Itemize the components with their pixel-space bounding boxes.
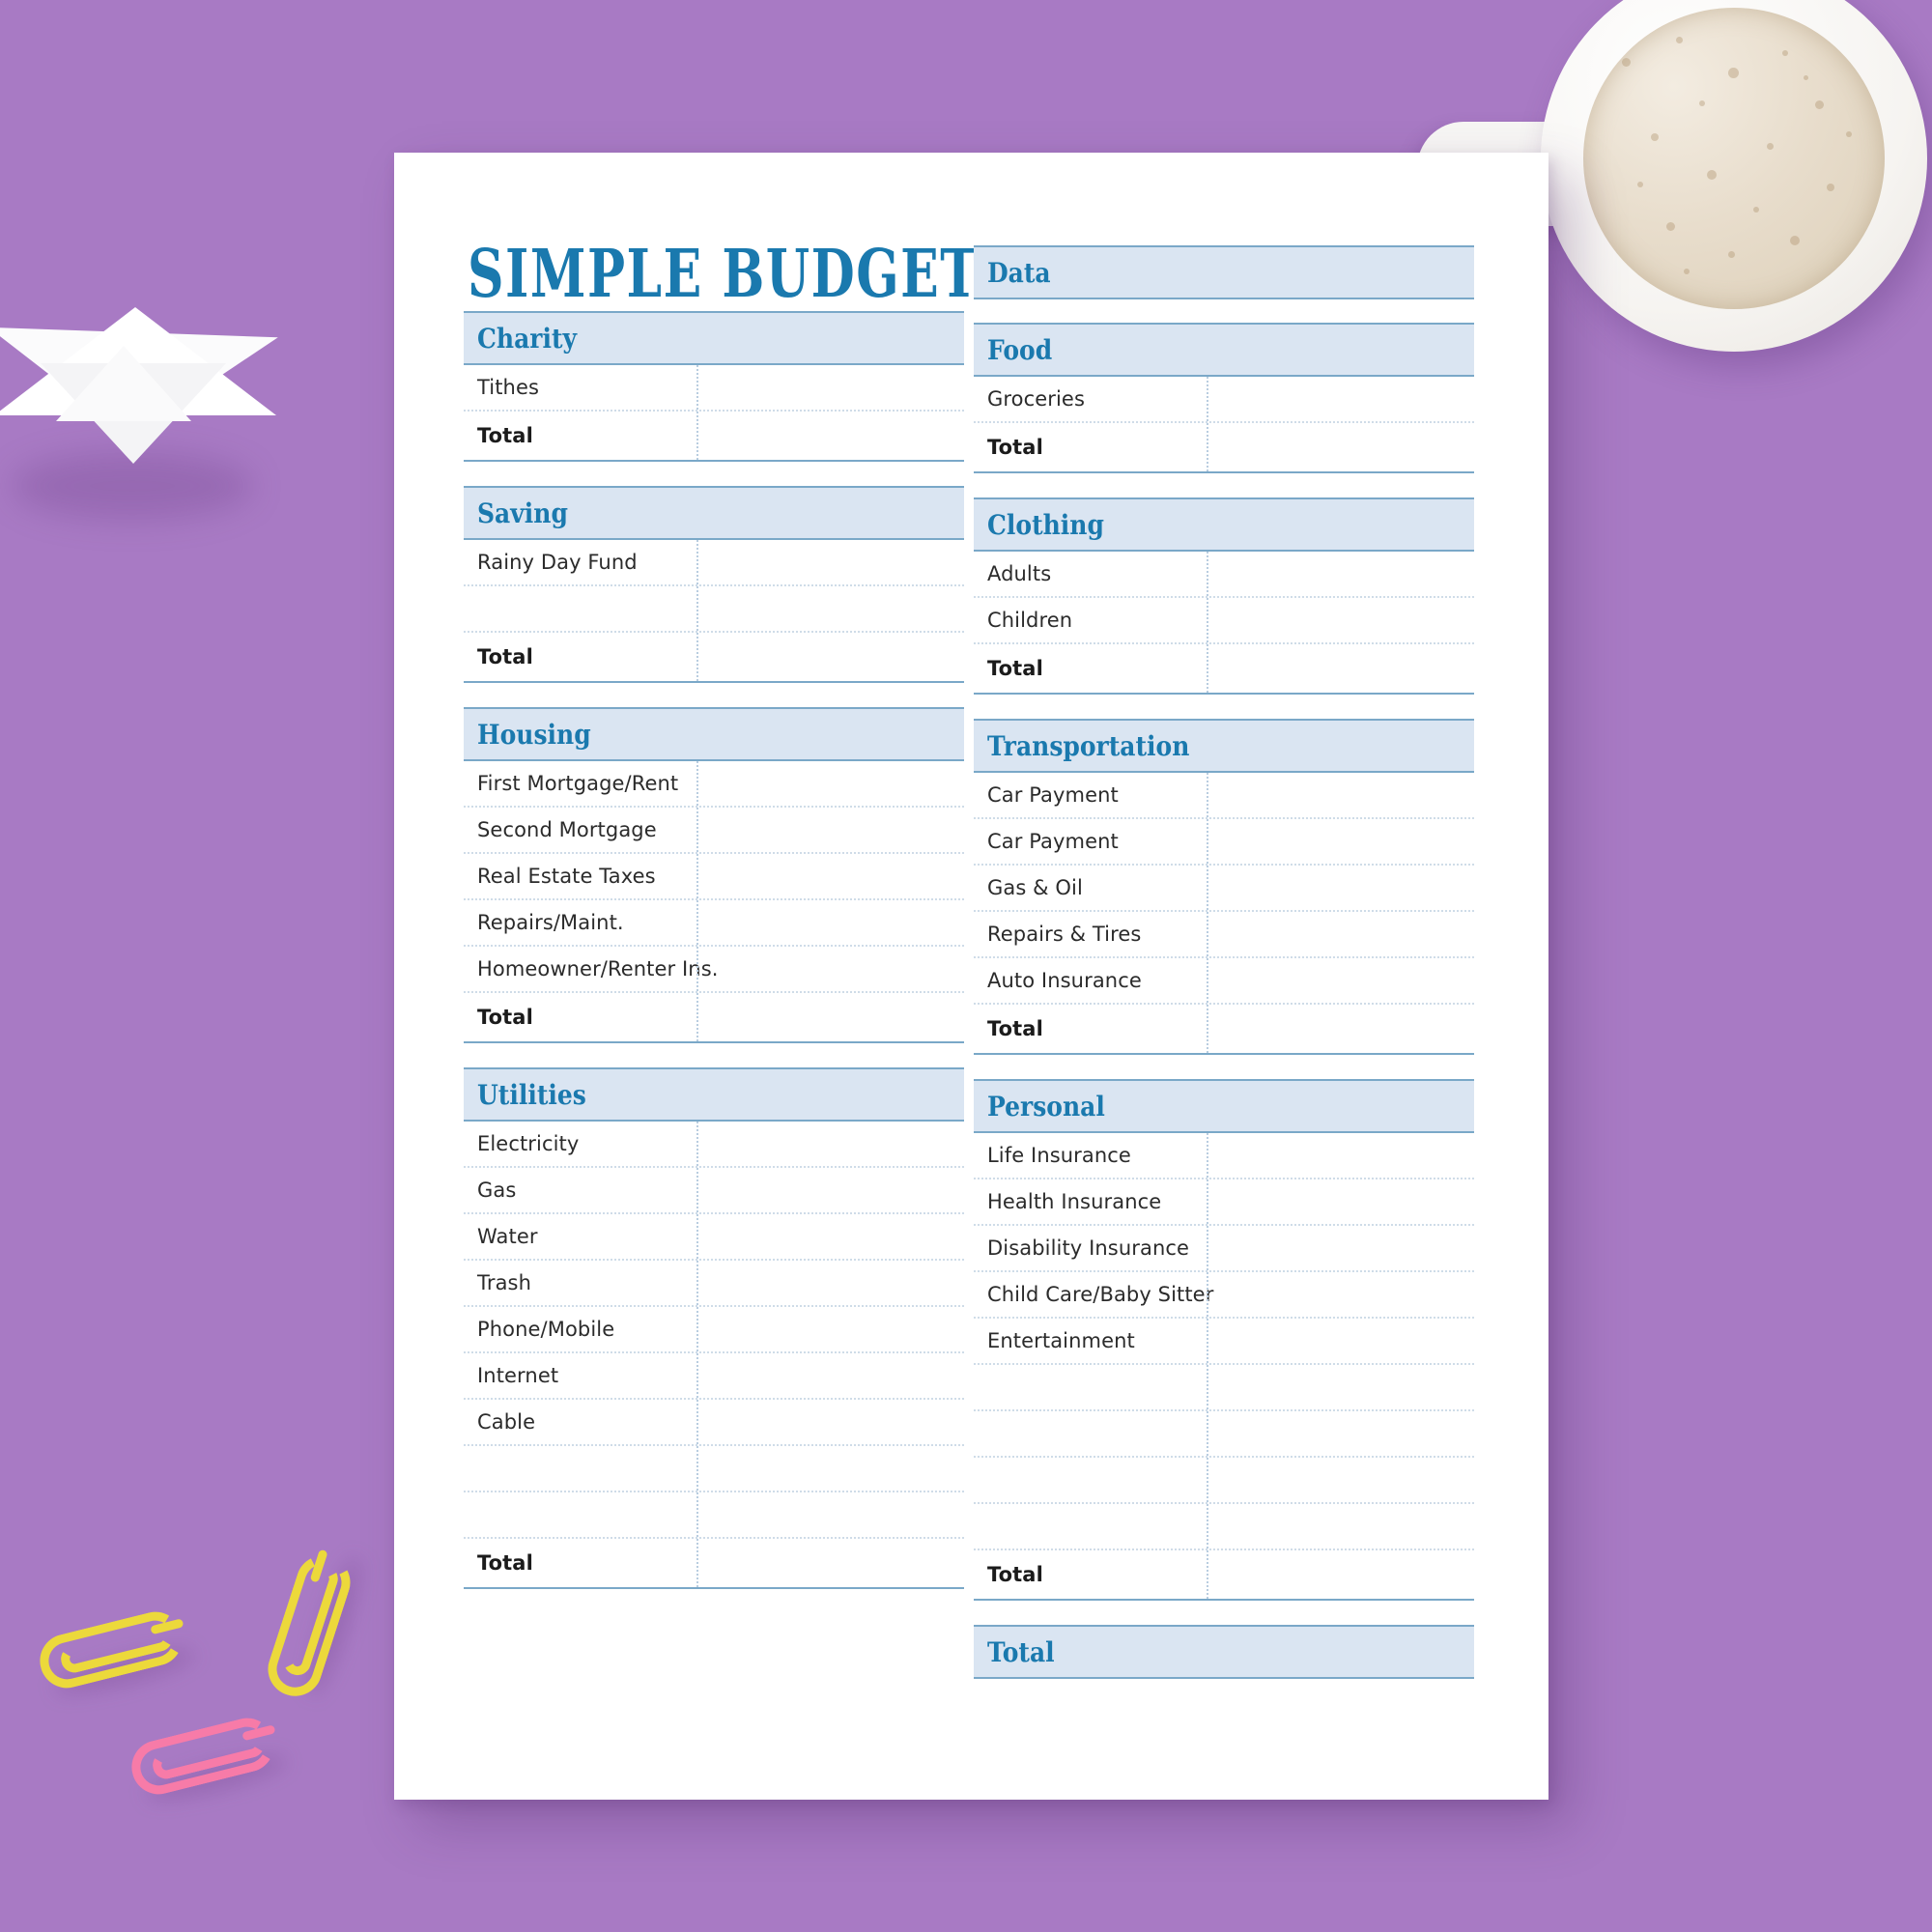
section-rule: [974, 693, 1474, 696]
section-header-personal: Personal: [974, 1079, 1474, 1133]
budget-row[interactable]: Life Insurance: [974, 1133, 1474, 1179]
budget-row[interactable]: Repairs/Maint.: [464, 900, 964, 947]
budget-row[interactable]: Electricity: [464, 1122, 964, 1168]
section-header-clothing: Clothing: [974, 497, 1474, 552]
budget-row[interactable]: Repairs & Tires: [974, 912, 1474, 958]
section-total-row[interactable]: Total: [464, 1539, 964, 1587]
budget-row[interactable]: Real Estate Taxes: [464, 854, 964, 900]
section-rule: [464, 460, 964, 463]
section-header-saving: Saving: [464, 486, 964, 540]
budget-row[interactable]: Gas: [464, 1168, 964, 1214]
budget-row[interactable]: Trash: [464, 1261, 964, 1307]
section-rule: [974, 1053, 1474, 1056]
budget-row-blank[interactable]: [974, 1458, 1474, 1504]
data-label: Data: [987, 256, 1051, 289]
section-body-transportation: Car Payment Car Payment Gas & Oil Repair…: [974, 773, 1474, 1053]
section-total-row[interactable]: Total: [974, 1550, 1474, 1599]
budget-row-blank[interactable]: [974, 1365, 1474, 1411]
section-rule: [464, 681, 964, 684]
budget-row-blank[interactable]: [464, 1492, 964, 1539]
budget-row-blank[interactable]: [974, 1504, 1474, 1550]
section-utilities: Utilities Electricity Gas Water Trash Ph…: [464, 1067, 964, 1590]
section-personal: Personal Life Insurance Health Insurance…: [974, 1079, 1474, 1602]
section-title-personal: Personal: [987, 1090, 1105, 1122]
budget-row[interactable]: Water: [464, 1214, 964, 1261]
section-transportation: Transportation Car Payment Car Payment G…: [974, 719, 1474, 1056]
section-body-food: Groceries Total: [974, 377, 1474, 471]
section-title-food: Food: [987, 333, 1053, 366]
section-rule: [464, 1041, 964, 1044]
budget-row[interactable]: Health Insurance: [974, 1179, 1474, 1226]
budget-row[interactable]: First Mortgage/Rent: [464, 761, 964, 808]
boat-fold-d: [56, 346, 191, 421]
section-saving: Saving Rainy Day Fund Total: [464, 486, 964, 684]
budget-row[interactable]: Adults: [974, 552, 1474, 598]
mug-body: [1541, 0, 1927, 352]
budget-row-blank[interactable]: [464, 586, 964, 633]
section-total-row[interactable]: Total: [464, 633, 964, 681]
budget-row[interactable]: Cable: [464, 1400, 964, 1446]
origami-paper-boat: [0, 307, 286, 529]
section-total-row[interactable]: Total: [464, 993, 964, 1041]
section-header-food: Food: [974, 323, 1474, 377]
section-header-housing: Housing: [464, 707, 964, 761]
grand-total-bar: Total: [974, 1625, 1474, 1679]
budget-row[interactable]: Second Mortgage: [464, 808, 964, 854]
section-body-utilities: Electricity Gas Water Trash Phone/Mobile…: [464, 1122, 964, 1587]
right-column: Data Food Groceries Total Clothing Adult…: [974, 245, 1474, 1702]
section-title-charity: Charity: [477, 322, 578, 355]
left-column: Charity Tithes Total Saving Rainy Day Fu…: [464, 311, 964, 1613]
section-housing: Housing First Mortgage/Rent Second Mortg…: [464, 707, 964, 1044]
coffee-mug: [1417, 0, 1927, 352]
section-header-utilities: Utilities: [464, 1067, 964, 1122]
section-rule: [974, 1599, 1474, 1602]
budget-row[interactable]: Tithes: [464, 365, 964, 412]
budget-row[interactable]: Children: [974, 598, 1474, 644]
page-title: SIMPLE BUDGET: [468, 235, 980, 313]
budget-row-blank[interactable]: [974, 1411, 1474, 1458]
budget-row[interactable]: Car Payment: [974, 819, 1474, 866]
section-body-saving: Rainy Day Fund Total: [464, 540, 964, 681]
section-body-charity: Tithes Total: [464, 365, 964, 460]
grand-total-label: Total: [987, 1635, 1055, 1668]
section-body-clothing: Adults Children Total: [974, 552, 1474, 693]
section-total-row[interactable]: Total: [464, 412, 964, 460]
budget-row-blank[interactable]: [464, 1446, 964, 1492]
budget-row[interactable]: Disability Insurance: [974, 1226, 1474, 1272]
budget-row[interactable]: Auto Insurance: [974, 958, 1474, 1005]
budget-worksheet-page: SIMPLE BUDGET Charity Tithes Total Savin…: [394, 153, 1548, 1800]
data-header-bar: Data: [974, 245, 1474, 299]
budget-row[interactable]: Rainy Day Fund: [464, 540, 964, 586]
section-rule: [974, 471, 1474, 474]
section-title-housing: Housing: [477, 718, 591, 751]
budget-row[interactable]: Phone/Mobile: [464, 1307, 964, 1353]
section-charity: Charity Tithes Total: [464, 311, 964, 463]
section-title-clothing: Clothing: [987, 508, 1104, 541]
section-food: Food Groceries Total: [974, 323, 1474, 474]
section-body-housing: First Mortgage/Rent Second Mortgage Real…: [464, 761, 964, 1041]
section-total-row[interactable]: Total: [974, 423, 1474, 471]
budget-row[interactable]: Internet: [464, 1353, 964, 1400]
section-title-transportation: Transportation: [987, 729, 1190, 762]
budget-row[interactable]: Groceries: [974, 377, 1474, 423]
coffee-foam-surface: [1583, 8, 1885, 309]
budget-row[interactable]: Gas & Oil: [974, 866, 1474, 912]
section-body-personal: Life Insurance Health Insurance Disabili…: [974, 1133, 1474, 1599]
section-clothing: Clothing Adults Children Total: [974, 497, 1474, 696]
section-title-saving: Saving: [477, 497, 568, 529]
section-total-row[interactable]: Total: [974, 644, 1474, 693]
budget-row[interactable]: Child Care/Baby Sitter: [974, 1272, 1474, 1319]
budget-row[interactable]: Homeowner/Renter Ins.: [464, 947, 964, 993]
section-rule: [464, 1587, 964, 1590]
section-header-transportation: Transportation: [974, 719, 1474, 773]
budget-row[interactable]: Entertainment: [974, 1319, 1474, 1365]
section-title-utilities: Utilities: [477, 1078, 586, 1111]
section-total-row[interactable]: Total: [974, 1005, 1474, 1053]
section-header-charity: Charity: [464, 311, 964, 365]
budget-row[interactable]: Car Payment: [974, 773, 1474, 819]
